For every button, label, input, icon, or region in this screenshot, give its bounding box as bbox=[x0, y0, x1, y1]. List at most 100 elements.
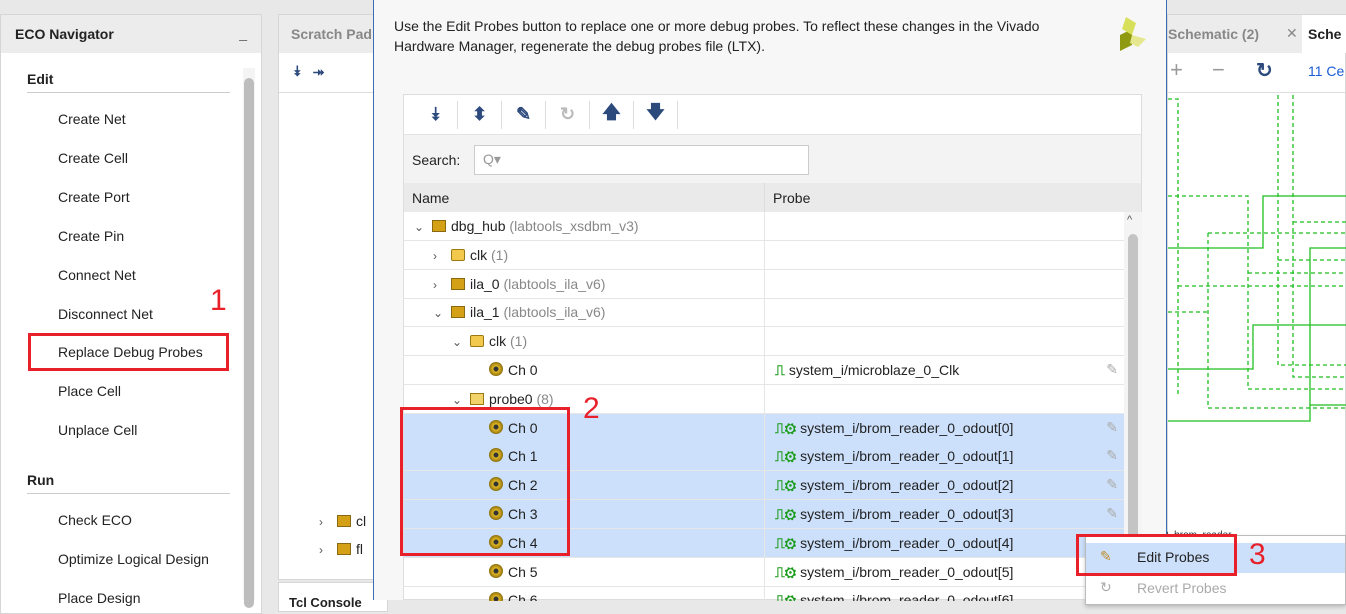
row-name: Ch 5 bbox=[508, 563, 538, 580]
row-name: clk bbox=[470, 246, 488, 263]
move-down-icon[interactable]: 🡇 bbox=[634, 100, 678, 129]
dialog-description: Use the Edit Probes button to replace on… bbox=[394, 18, 1040, 54]
annotation-box-2 bbox=[400, 407, 570, 556]
clk-icon bbox=[451, 248, 465, 261]
schematic-panel: Schematic (2) ✕ Sche + − ↻ 11 Ce n_brom_… bbox=[1078, 14, 1346, 600]
zoom-out-icon[interactable]: − bbox=[1212, 57, 1225, 83]
cell-count-link[interactable]: 11 Ce bbox=[1308, 63, 1344, 79]
eco-navigator-title: ECO Navigator bbox=[1, 15, 261, 53]
nav-item-disconnect-net[interactable]: Disconnect Net bbox=[58, 306, 153, 322]
table-row[interactable]: ⌄ ila_1 (labtools_ila_v6) bbox=[404, 298, 1124, 328]
close-tab-icon[interactable]: ✕ bbox=[1286, 25, 1298, 42]
nav-item-check-eco[interactable]: Check ECO bbox=[58, 512, 132, 528]
nav-item-create-port[interactable]: Create Port bbox=[58, 189, 130, 205]
probes-toolbar: ⯯ ⬍ ✎ ↻ 🡅 🡇 bbox=[404, 95, 1141, 135]
expand-toggle-icon[interactable]: › bbox=[433, 249, 451, 263]
tab-tcl-console[interactable]: Tcl Console bbox=[278, 582, 388, 612]
edit-pencil-icon[interactable]: ✎ bbox=[1106, 361, 1118, 378]
edit-pencil-icon[interactable]: ✎ bbox=[502, 100, 546, 129]
expand-icon[interactable]: ⯮ bbox=[313, 63, 324, 79]
bus-icon bbox=[470, 392, 484, 405]
nav-item-create-pin[interactable]: Create Pin bbox=[58, 228, 124, 244]
ch-icon bbox=[489, 563, 503, 578]
divider bbox=[27, 92, 230, 93]
tab-schematic-2[interactable]: Schematic (2) bbox=[1168, 26, 1259, 42]
probe-net: system_i/microblaze_0_Clk bbox=[788, 362, 960, 378]
signal-icon: ⎍⚙ bbox=[775, 563, 797, 580]
table-row[interactable]: Ch 5 ⎍⚙ system_i/brom_reader_0_odout[5] bbox=[404, 557, 1124, 587]
zoom-in-icon[interactable]: + bbox=[1170, 57, 1183, 83]
scratch-toolbar: ⯯ ⯮ bbox=[279, 53, 387, 93]
nav-item-unplace-cell[interactable]: Unplace Cell bbox=[58, 422, 137, 438]
table-row[interactable]: ⌄ clk (1) bbox=[404, 327, 1124, 357]
annotation-number-1: 1 bbox=[210, 284, 227, 317]
minimize-button[interactable]: _ bbox=[239, 25, 247, 41]
expand-toggle-icon[interactable]: ⌄ bbox=[452, 393, 470, 407]
xilinx-logo bbox=[1120, 17, 1146, 51]
nav-item-create-net[interactable]: Create Net bbox=[58, 111, 126, 127]
nav-item-connect-net[interactable]: Connect Net bbox=[58, 267, 136, 283]
probe-net: system_i/brom_reader_0_odout[3] bbox=[800, 506, 1014, 522]
signal-icon: ⎍⚙ bbox=[775, 477, 797, 494]
probe-net: system_i/brom_reader_0_odout[1] bbox=[800, 448, 1014, 465]
row-detail: (1) bbox=[491, 246, 509, 263]
table-row[interactable]: › ila_0 (labtools_ila_v6) bbox=[404, 269, 1124, 299]
probe-net: system_i/brom_reader_0_odout[2] bbox=[800, 477, 1014, 494]
move-up-icon[interactable]: 🡅 bbox=[590, 100, 634, 129]
table-row[interactable]: ⌄ dbg_hub (labtools_xsdbm_v3) bbox=[404, 212, 1124, 241]
nav-item-optimize-logical-design[interactable]: Optimize Logical Design bbox=[58, 551, 209, 567]
expand-toggle-icon[interactable]: ⌄ bbox=[452, 335, 470, 349]
revert-icon[interactable]: ↻ bbox=[546, 100, 590, 129]
annotation-box-3 bbox=[1076, 534, 1237, 576]
chip-icon bbox=[432, 220, 446, 232]
annotation-number-2: 2 bbox=[583, 392, 600, 425]
collapse-all-icon[interactable]: ⯯ bbox=[293, 63, 301, 79]
scratch-pad-panel: Scratch Pad ⯯ ⯮ › cl › fl bbox=[278, 14, 388, 580]
table-row[interactable]: Ch 0 ⎍ system_i/microblaze_0_Clk ✎ bbox=[404, 356, 1124, 385]
nav-item-place-design[interactable]: Place Design bbox=[58, 590, 141, 606]
table-row[interactable]: › clk (1) bbox=[404, 240, 1124, 270]
search-label: Search: bbox=[412, 152, 461, 168]
signal-icon: ⎍⚙ bbox=[775, 448, 797, 465]
probe-net: system_i/brom_reader_0_odout[4] bbox=[800, 534, 1014, 551]
section-edit: Edit bbox=[27, 71, 54, 87]
annotation-number-3: 3 bbox=[1249, 538, 1266, 571]
edit-pencil-icon[interactable]: ✎ bbox=[1106, 447, 1118, 464]
expand-toggle-icon[interactable]: › bbox=[433, 278, 451, 292]
list-item[interactable]: › fl bbox=[319, 541, 363, 557]
signal-icon: ⎍⚙ bbox=[775, 506, 797, 522]
navigator-scrollbar[interactable] bbox=[243, 68, 255, 608]
signal-icon: ⎍ bbox=[775, 362, 785, 378]
tab-scratch-pad[interactable]: Scratch Pad bbox=[279, 15, 387, 53]
table-header: Name Probe bbox=[404, 183, 1141, 212]
revert-icon: ↻ bbox=[1100, 579, 1112, 595]
expand-toggle-icon[interactable]: ⌄ bbox=[414, 220, 432, 234]
edit-pencil-icon[interactable]: ✎ bbox=[1106, 505, 1118, 522]
collapse-all-icon[interactable]: ⯯ bbox=[414, 100, 458, 129]
row-detail: (1) bbox=[510, 333, 528, 350]
signal-icon: ⎍⚙ bbox=[775, 419, 797, 436]
row-name: dbg_hub bbox=[451, 218, 506, 234]
annotation-box-1 bbox=[28, 333, 229, 371]
tab-schematic[interactable]: Sche bbox=[1302, 15, 1346, 53]
row-name: Ch 0 bbox=[508, 362, 538, 378]
section-run: Run bbox=[27, 472, 55, 488]
signal-icon: ⎍⚙ bbox=[775, 534, 797, 551]
probe-net: system_i/brom_reader_0_odout[5] bbox=[800, 563, 1014, 580]
nav-item-create-cell[interactable]: Create Cell bbox=[58, 150, 128, 166]
expand-toggle-icon[interactable]: ⌄ bbox=[433, 306, 451, 320]
table-row[interactable]: Ch 6 ⎍⚙ system_i/brom_reader_0_odout[6] bbox=[404, 586, 1124, 601]
expand-all-icon[interactable]: ⬍ bbox=[458, 100, 502, 129]
list-item[interactable]: › cl bbox=[319, 513, 366, 529]
column-name[interactable]: Name bbox=[412, 190, 449, 206]
refresh-icon[interactable]: ↻ bbox=[1256, 58, 1273, 83]
probe-net: system_i/brom_reader_0_odout[0] bbox=[800, 419, 1014, 436]
nav-item-place-cell[interactable]: Place Cell bbox=[58, 383, 121, 399]
edit-pencil-icon[interactable]: ✎ bbox=[1106, 476, 1118, 493]
divider bbox=[27, 493, 230, 494]
row-name: clk bbox=[489, 333, 507, 350]
schematic-nets bbox=[1168, 95, 1346, 422]
edit-pencil-icon[interactable]: ✎ bbox=[1106, 419, 1118, 436]
column-probe[interactable]: Probe bbox=[764, 183, 818, 212]
search-input[interactable]: Q▾ bbox=[474, 145, 809, 175]
